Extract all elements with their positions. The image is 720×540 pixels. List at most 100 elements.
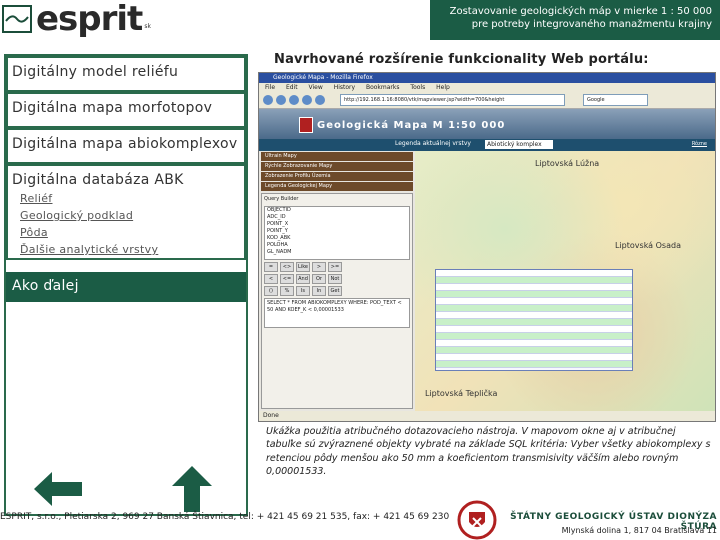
sub-link-other-layers[interactable]: Ďalšie analytické vrstvy bbox=[20, 241, 240, 258]
panel-item: Ultrain Mapy bbox=[261, 152, 413, 161]
legend-label: Legenda aktuálnej vrstvy bbox=[395, 140, 471, 147]
table-row bbox=[436, 354, 632, 361]
operator-button: () bbox=[264, 286, 278, 296]
operator-button: Like bbox=[296, 262, 310, 272]
operator-button: In bbox=[312, 286, 326, 296]
table-row bbox=[436, 298, 632, 305]
table-row bbox=[436, 284, 632, 291]
field-item: KOD_ABK bbox=[267, 235, 291, 241]
panel-item: Zobrazenie Profilu Územia bbox=[261, 172, 413, 181]
header-line-1: Zostavovanie geologických máp v mierke 1… bbox=[449, 6, 712, 17]
sub-link-geology[interactable]: Geologický podklad bbox=[20, 207, 240, 224]
operator-button: = bbox=[264, 262, 278, 272]
logo-mark-icon bbox=[2, 5, 32, 33]
sub-link-relief[interactable]: Reliéf bbox=[20, 190, 240, 207]
table-row bbox=[436, 277, 632, 284]
nav-item-abiocomplex-map[interactable]: Digitálna mapa abiokomplexov bbox=[6, 128, 246, 164]
table-row bbox=[436, 291, 632, 298]
nav-item-whats-next[interactable]: Ako ďalej bbox=[6, 272, 246, 302]
menu-edit: Edit bbox=[285, 84, 298, 91]
nav-item-label: Digitálny model reliéfu bbox=[12, 64, 179, 80]
up-arrow-icon[interactable] bbox=[172, 466, 212, 512]
app-title: Geologická Mapa M 1:50 000 bbox=[317, 120, 506, 131]
map-label: Liptovská Osada bbox=[615, 241, 681, 250]
back-icon bbox=[263, 95, 273, 105]
nav-item-label: Digitálna databáza ABK bbox=[12, 172, 184, 188]
operator-button: Not bbox=[328, 274, 342, 284]
menu-file: File bbox=[265, 84, 276, 91]
table-row bbox=[436, 326, 632, 333]
field-item: ADC_ID bbox=[267, 214, 286, 220]
table-row bbox=[436, 319, 632, 326]
browser-title: Geologické Mapa - Mozilla Firefox bbox=[259, 73, 715, 83]
menu-bookmarks: Bookmarks bbox=[365, 84, 400, 91]
operator-button: % bbox=[280, 286, 294, 296]
table-row bbox=[436, 333, 632, 340]
table-row bbox=[436, 361, 632, 368]
operator-button: And bbox=[296, 274, 310, 284]
logo-text: esprit bbox=[36, 0, 143, 39]
table-row bbox=[436, 312, 632, 319]
nav-item-label: Ako ďalej bbox=[12, 278, 79, 294]
figure-caption: Ukážka použitia atribučného dotazovacieh… bbox=[266, 426, 711, 478]
operator-button: > bbox=[312, 262, 326, 272]
home-icon bbox=[315, 95, 325, 105]
esprit-logo[interactable]: esprit sk bbox=[2, 2, 151, 36]
operator-button: >= bbox=[328, 262, 342, 272]
table-row bbox=[436, 347, 632, 354]
nav-item-label: Digitálna mapa abiokomplexov bbox=[12, 136, 238, 152]
stop-icon bbox=[302, 95, 312, 105]
field-item: POINT_Y bbox=[267, 228, 288, 234]
tool-panel: Ultrain Mapy Rýchle Zobrazovanie Mapy Zo… bbox=[259, 151, 415, 411]
field-list: OBJECTID ADC_ID POINT_X POINT_Y KOD_ABK … bbox=[264, 206, 410, 260]
field-item: POLOHA bbox=[267, 242, 288, 248]
operator-button: <> bbox=[280, 262, 294, 272]
map-view: Liptovská Lúžna Liptovská Osada Liptovsk… bbox=[415, 151, 715, 411]
browser-content: Geologická Mapa M 1:50 000 Legenda aktuá… bbox=[259, 109, 715, 411]
reload-icon bbox=[289, 95, 299, 105]
proposal-title: Navrhované rozšírenie funkcionality Web … bbox=[274, 52, 649, 67]
nav-item-label: Digitálna mapa morfotopov bbox=[12, 100, 213, 116]
map-label: Liptovská Lúžna bbox=[535, 159, 600, 168]
operator-buttons: = <> Like > >= < <= And Or Not () % Is I… bbox=[264, 262, 410, 296]
back-arrow-icon[interactable] bbox=[34, 472, 82, 506]
forward-icon bbox=[276, 95, 286, 105]
legend-select: Abiotický komplex bbox=[485, 140, 553, 149]
legend-bar: Legenda aktuálnej vrstvy Abiotický kompl… bbox=[259, 139, 715, 151]
browser-status: Done bbox=[259, 411, 715, 421]
field-item: OBJECTID bbox=[267, 207, 291, 213]
nav-item-relief-model[interactable]: Digitálny model reliéfu bbox=[6, 56, 246, 92]
panel-item: Rýchle Zobrazovanie Mapy bbox=[261, 162, 413, 171]
operator-button: <= bbox=[280, 274, 294, 284]
sql-textarea: SELECT * FROM ABIOKOMPLEXY WHERE: POD_TE… bbox=[264, 298, 410, 328]
query-builder: Query Builder OBJECTID ADC_ID POINT_X PO… bbox=[261, 193, 413, 409]
table-row bbox=[436, 270, 632, 277]
table-row bbox=[436, 340, 632, 347]
header-banner: Zostavovanie geologických máp v mierke 1… bbox=[430, 0, 720, 40]
menu-tools: Tools bbox=[410, 84, 426, 91]
menu-history: History bbox=[333, 84, 356, 91]
header: esprit sk Zostavovanie geologických máp … bbox=[0, 0, 720, 40]
field-item: POINT_X bbox=[267, 221, 289, 227]
table-row bbox=[436, 305, 632, 312]
field-item: GL_NADM bbox=[267, 249, 292, 255]
attribute-table bbox=[435, 269, 633, 371]
header-line-2: pre potreby integrovaného manažmentu kra… bbox=[471, 19, 712, 30]
browser-menu: File Edit View History Bookmarks Tools H… bbox=[259, 83, 715, 92]
browser-toolbar: http://192.168.1.16:8080/vtk/mapviewer.j… bbox=[259, 92, 715, 109]
panel-item: Legenda Geologickej Mapy bbox=[261, 182, 413, 191]
sub-link-soil[interactable]: Pôda bbox=[20, 224, 240, 241]
operator-button: Or bbox=[312, 274, 326, 284]
app-banner: Geologická Mapa M 1:50 000 bbox=[259, 109, 715, 139]
nav-item-morphotope-map[interactable]: Digitálna mapa morfotopov bbox=[6, 92, 246, 128]
sub-link-list: Reliéf Geologický podklad Pôda Ďalšie an… bbox=[20, 190, 240, 258]
map-label: Liptovská Teplička bbox=[425, 389, 498, 398]
crest-icon bbox=[299, 117, 313, 133]
rozne-link: Rôzne bbox=[691, 141, 707, 147]
sgu-address: Mlynská dolina 1, 817 04 Bratislava 11 bbox=[561, 526, 717, 535]
menu-view: View bbox=[308, 84, 323, 91]
nav-item-abk-database[interactable]: Digitálna databáza ABK Reliéf Geologický… bbox=[6, 164, 246, 260]
menu-help: Help bbox=[436, 84, 450, 91]
sgu-logo-icon bbox=[457, 500, 497, 540]
operator-button: < bbox=[264, 274, 278, 284]
